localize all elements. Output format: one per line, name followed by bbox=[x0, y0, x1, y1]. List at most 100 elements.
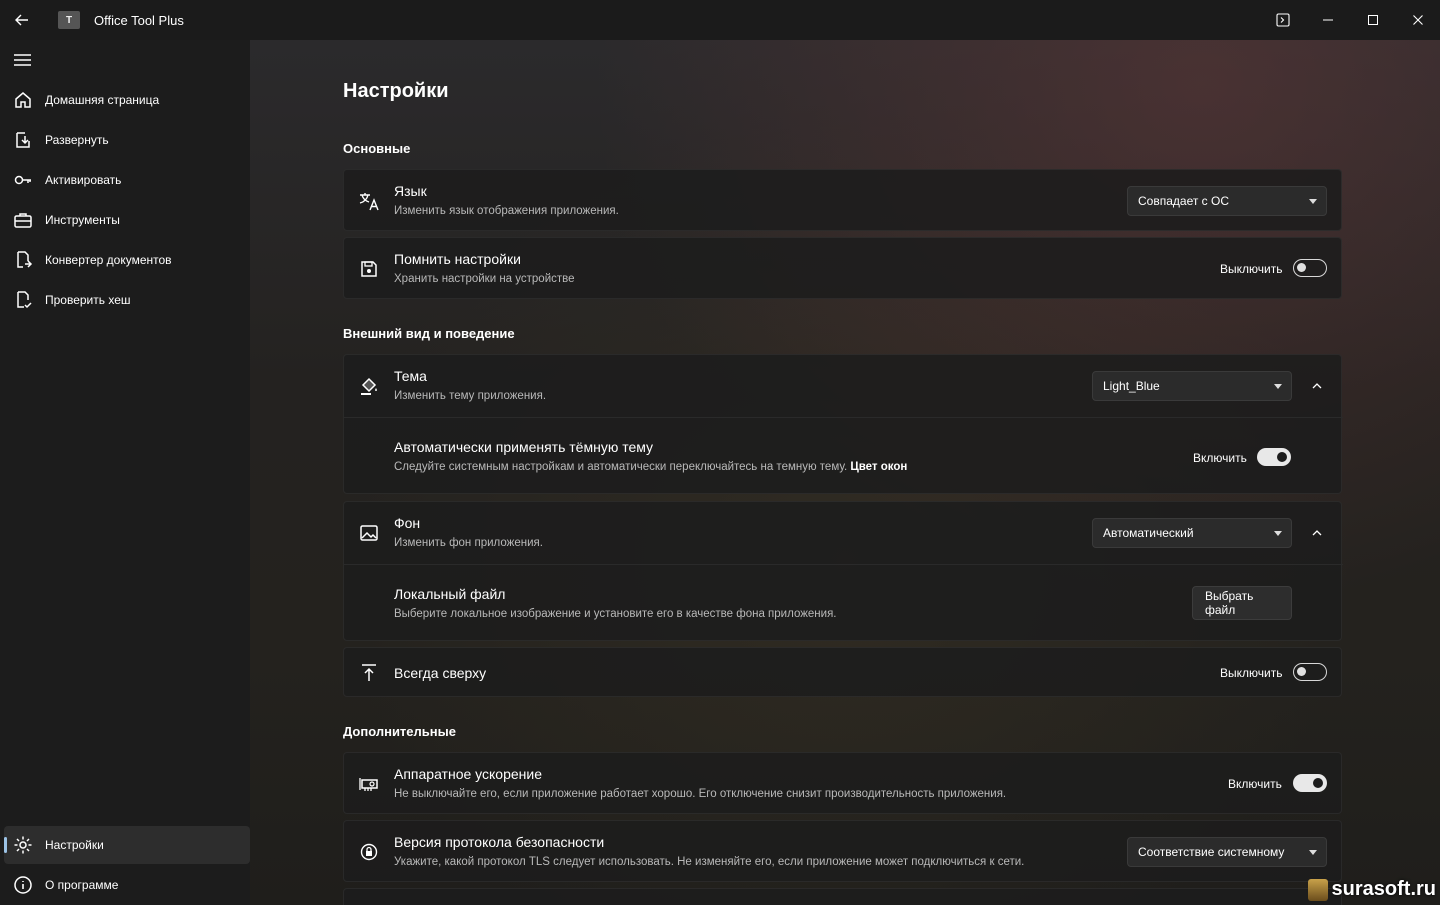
sidebar-item-label: Домашняя страница bbox=[45, 93, 160, 107]
key-icon bbox=[12, 169, 34, 191]
deploy-icon bbox=[12, 129, 34, 151]
setting-language: Язык Изменить язык отображения приложени… bbox=[343, 169, 1342, 231]
sidebar-item-deploy[interactable]: Развернуть bbox=[4, 121, 250, 159]
setting-remember: Помнить настройки Хранить настройки на у… bbox=[343, 237, 1342, 299]
sidebar-item-home[interactable]: Домашняя страница bbox=[4, 81, 250, 119]
setting-title: Локальный файл bbox=[394, 586, 506, 602]
save-icon bbox=[358, 258, 380, 280]
toggle-state-label: Выключить bbox=[1220, 262, 1283, 276]
setting-hw-accel: Аппаратное ускорение Не выключайте его, … bbox=[343, 752, 1342, 814]
console-button[interactable] bbox=[1260, 0, 1305, 40]
toggle-state-label: Включить bbox=[1193, 451, 1247, 465]
setting-description: Изменить тему приложения. bbox=[394, 390, 547, 402]
main-content[interactable]: Настройки Основные Язык Изменить язык от… bbox=[250, 40, 1440, 905]
remember-toggle[interactable] bbox=[1293, 259, 1327, 277]
gear-icon bbox=[12, 834, 34, 856]
setting-title: Версия протокола безопасности bbox=[394, 834, 605, 850]
chevron-up-icon bbox=[1312, 383, 1322, 389]
sidebar-item-label: Инструменты bbox=[45, 213, 120, 227]
sidebar-item-hash[interactable]: Проверить хеш bbox=[4, 281, 250, 319]
page-title: Настройки bbox=[343, 80, 449, 102]
paint-bucket-icon bbox=[358, 375, 380, 397]
setting-title: Всегда сверху bbox=[394, 665, 487, 681]
hw-accel-toggle[interactable] bbox=[1293, 774, 1327, 792]
setting-title: Фон bbox=[394, 515, 421, 531]
minimize-button[interactable] bbox=[1305, 0, 1350, 40]
sidebar-item-tools[interactable]: Инструменты bbox=[4, 201, 250, 239]
chevron-down-icon bbox=[1309, 199, 1317, 204]
chevron-up-icon bbox=[1312, 530, 1322, 536]
theme-collapse-button[interactable] bbox=[1305, 374, 1329, 398]
background-dropdown-value: Автоматический bbox=[1103, 526, 1194, 540]
setting-theme: Тема Изменить тему приложения. Light_Blu… bbox=[343, 354, 1343, 494]
theme-dropdown[interactable]: Light_Blue bbox=[1092, 371, 1292, 401]
translate-icon bbox=[358, 190, 380, 212]
back-arrow-icon bbox=[15, 14, 28, 26]
tls-dropdown-value: Соответствие системному bbox=[1138, 845, 1285, 859]
setting-title: Язык bbox=[394, 183, 427, 199]
maximize-button[interactable] bbox=[1350, 0, 1395, 40]
chevron-down-icon bbox=[1274, 384, 1282, 389]
watermark-text: surasoft.ru bbox=[1331, 878, 1436, 900]
sidebar-item-about[interactable]: О программе bbox=[4, 866, 250, 904]
home-icon bbox=[12, 89, 34, 111]
setting-description: Изменить язык отображения приложения. bbox=[394, 205, 619, 217]
window-color-link[interactable]: Цвет окон bbox=[850, 461, 907, 473]
close-button[interactable] bbox=[1395, 0, 1440, 40]
section-title-advanced: Дополнительные bbox=[343, 724, 456, 739]
language-dropdown-value: Совпадает с ОС bbox=[1138, 194, 1230, 208]
tls-dropdown[interactable]: Соответствие системному bbox=[1127, 837, 1327, 867]
setting-description: Не выключайте его, если приложение работ… bbox=[394, 788, 1007, 800]
hash-check-icon bbox=[12, 289, 34, 311]
maximize-icon bbox=[1367, 15, 1378, 25]
sidebar-item-label: Проверить хеш bbox=[45, 293, 131, 307]
sidebar-item-activate[interactable]: Активировать bbox=[4, 161, 250, 199]
sidebar-item-label: Настройки bbox=[45, 838, 104, 852]
chevron-down-icon bbox=[1274, 531, 1282, 536]
sidebar-item-label: Активировать bbox=[45, 173, 122, 187]
convert-icon bbox=[12, 249, 34, 271]
choose-file-button[interactable]: Выбрать файл bbox=[1192, 586, 1292, 620]
minimize-icon bbox=[1322, 19, 1333, 21]
setting-description: Изменить фон приложения. bbox=[394, 537, 543, 549]
setting-title: Тема bbox=[394, 368, 427, 384]
setting-description: Укажите, какой протокол TLS следует испо… bbox=[394, 856, 1025, 868]
back-button[interactable] bbox=[0, 0, 44, 40]
divider bbox=[344, 564, 1343, 565]
sidebar-item-converter[interactable]: Конвертер документов bbox=[4, 241, 250, 279]
watermark: surasoft.ru bbox=[1307, 878, 1436, 901]
app-logo: T bbox=[58, 11, 80, 29]
setting-title: Аппаратное ускорение bbox=[394, 766, 542, 782]
setting-title: Помнить настройки bbox=[394, 251, 521, 267]
setting-description: Хранить настройки на устройстве bbox=[394, 273, 575, 285]
section-title-basic: Основные bbox=[343, 141, 411, 156]
toggle-state-label: Включить bbox=[1228, 777, 1282, 791]
gpu-icon bbox=[358, 773, 380, 795]
setting-next-partial bbox=[343, 888, 1342, 905]
setting-tls: Версия протокола безопасности Укажите, к… bbox=[343, 820, 1342, 882]
auto-dark-toggle[interactable] bbox=[1257, 448, 1291, 466]
setting-title: Автоматически применять тёмную тему bbox=[394, 439, 654, 455]
menu-toggle-button[interactable] bbox=[12, 52, 34, 68]
title-bar: T Office Tool Plus bbox=[0, 0, 1440, 40]
theme-dropdown-value: Light_Blue bbox=[1103, 379, 1160, 393]
shield-lock-icon bbox=[358, 841, 380, 863]
background-dropdown[interactable]: Автоматический bbox=[1092, 518, 1292, 548]
background-collapse-button[interactable] bbox=[1305, 521, 1329, 545]
close-icon bbox=[1412, 15, 1423, 25]
setting-description: Выберите локальное изображение и установ… bbox=[394, 608, 837, 620]
pin-top-icon bbox=[358, 662, 380, 684]
hamburger-icon bbox=[14, 54, 31, 66]
divider bbox=[344, 417, 1343, 418]
always-on-top-toggle[interactable] bbox=[1293, 663, 1327, 681]
setting-background: Фон Изменить фон приложения. Автоматичес… bbox=[343, 501, 1343, 641]
sidebar-item-settings[interactable]: Настройки bbox=[4, 826, 250, 864]
image-icon bbox=[358, 522, 380, 544]
toggle-state-label: Выключить bbox=[1220, 666, 1283, 680]
toolbox-icon bbox=[12, 209, 34, 231]
chevron-down-icon bbox=[1309, 850, 1317, 855]
language-dropdown[interactable]: Совпадает с ОС bbox=[1127, 186, 1327, 216]
sidebar-item-label: О программе bbox=[45, 878, 119, 892]
setting-description: Следуйте системным настройкам и автомати… bbox=[394, 461, 908, 473]
watermark-logo bbox=[1307, 878, 1328, 901]
